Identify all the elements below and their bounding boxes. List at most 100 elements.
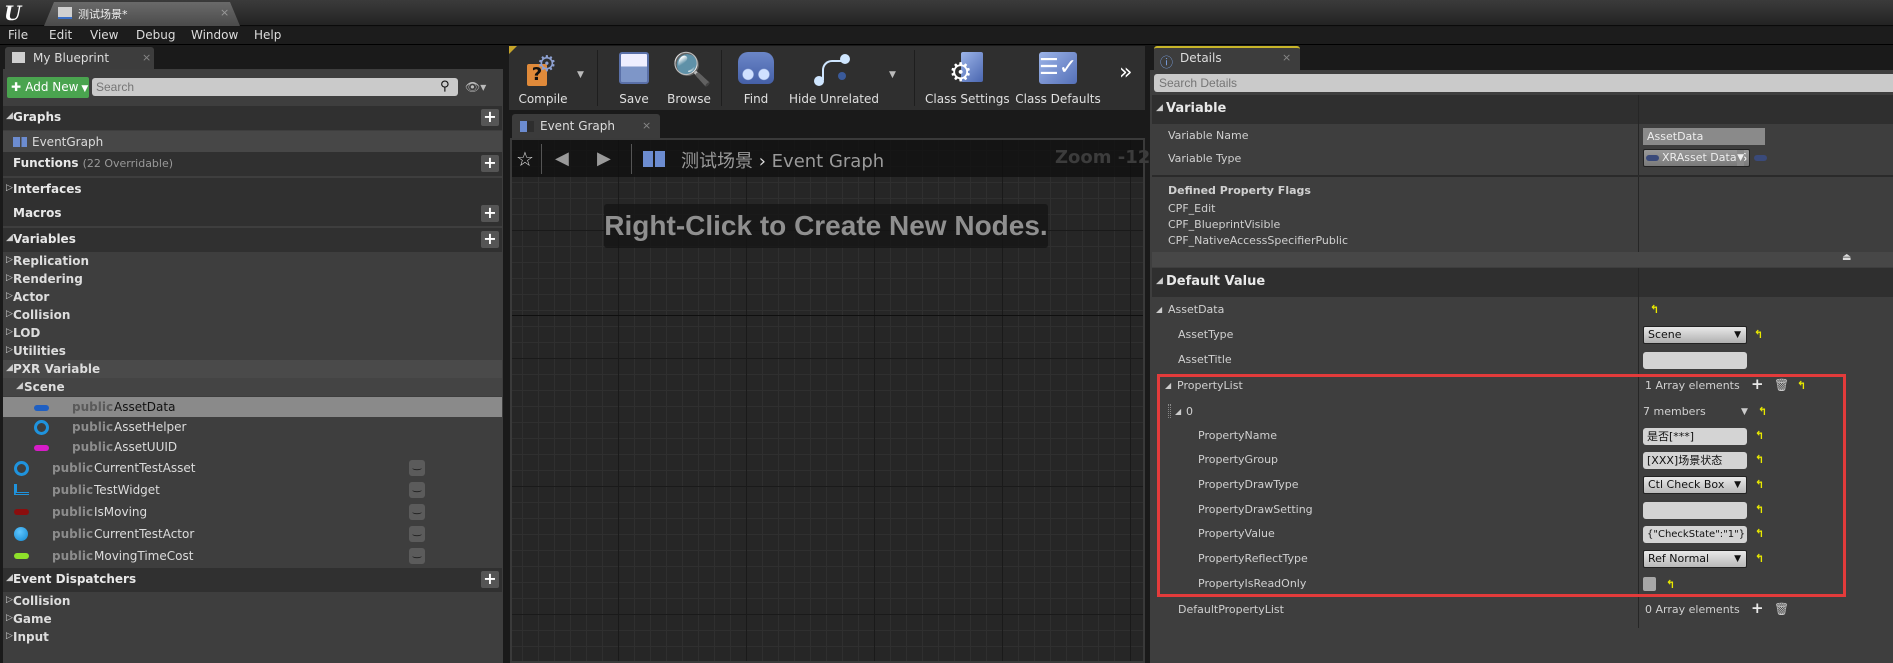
category-replication[interactable]: ▷ Replication — [3, 252, 502, 270]
add-graph-button[interactable]: + — [481, 109, 499, 126]
close-icon[interactable]: × — [1282, 51, 1291, 64]
details-tab[interactable]: ⓘ Details × — [1154, 46, 1300, 71]
section-graphs[interactable]: ◢ Graphs + — [3, 106, 502, 130]
eye-closed-toggle-icon[interactable]: ‿ — [409, 548, 425, 564]
browse-button[interactable]: 🔍 Browse — [661, 46, 717, 110]
add-array-element-button[interactable]: + — [1751, 375, 1764, 393]
my-blueprint-tab[interactable]: My Blueprint × — [5, 47, 154, 69]
category-lod[interactable]: ▷ LOD — [3, 324, 502, 342]
section-macros[interactable]: Macros + — [3, 202, 502, 226]
menu-file[interactable]: File — [8, 28, 28, 42]
view-options-eye-icon[interactable]: 👁▾ — [465, 80, 486, 94]
drag-handle-icon[interactable] — [1168, 404, 1171, 418]
trash-icon[interactable]: 🗑 — [1774, 378, 1789, 392]
variable-name-input[interactable]: AssetData — [1643, 128, 1765, 145]
category-pxr-variable[interactable]: ◢ PXR Variable — [3, 360, 502, 378]
breadcrumb-leaf[interactable]: Event Graph — [772, 151, 885, 172]
details-section-default-value[interactable]: ◢ Default Value — [1152, 268, 1893, 297]
reset-to-default-icon[interactable]: ↰ — [1755, 453, 1764, 466]
category-utilities[interactable]: ▷ Utilities — [3, 342, 502, 360]
reset-to-default-icon[interactable]: ↰ — [1755, 503, 1764, 516]
variable-row-moving-time-cost[interactable]: public MovingTimeCost ‿ — [3, 545, 502, 567]
class-defaults-button[interactable]: ☰✓ Class Defaults — [1015, 46, 1101, 110]
toolbar-overflow-icon[interactable]: » — [1119, 60, 1132, 85]
reset-to-default-icon[interactable]: ↰ — [1666, 578, 1675, 591]
close-icon[interactable]: × — [642, 119, 651, 132]
menu-edit[interactable]: Edit — [49, 28, 72, 42]
section-variables[interactable]: ◢ Variables + — [3, 228, 502, 252]
advanced-collapse-bar[interactable]: ⏏ — [1152, 252, 1893, 267]
document-tab[interactable]: 测试场景* × — [44, 2, 240, 26]
property-draw-setting-input[interactable] — [1643, 502, 1747, 519]
section-interfaces[interactable]: ▷ Interfaces — [3, 178, 502, 202]
favorite-star-icon[interactable]: ☆ — [516, 147, 534, 171]
class-settings-button[interactable]: ⚙ Class Settings — [925, 46, 1010, 110]
eye-closed-toggle-icon[interactable]: ‿ — [409, 526, 425, 542]
menu-view[interactable]: View — [90, 28, 118, 42]
reset-to-default-icon[interactable]: ↰ — [1755, 527, 1764, 540]
dispatcher-category-game[interactable]: ▷ Game — [3, 610, 502, 628]
collapse-advanced-icon[interactable]: ⏏ — [1842, 252, 1851, 263]
event-graph-tab[interactable]: Event Graph × — [512, 114, 660, 138]
variable-row-asset-data[interactable]: public AssetData — [3, 397, 502, 417]
menu-debug[interactable]: Debug — [136, 28, 175, 42]
section-functions[interactable]: Functions (22 Overridable) + — [3, 152, 502, 176]
reset-to-default-icon[interactable]: ↰ — [1650, 303, 1659, 316]
variable-type-dropdown[interactable]: XRAsset Data S ▼ — [1643, 149, 1750, 167]
reset-to-default-icon[interactable]: ↰ — [1755, 478, 1764, 491]
hide-unrelated-dropdown-icon[interactable]: ▼ — [889, 70, 896, 80]
add-array-element-button[interactable]: + — [1751, 599, 1764, 617]
details-search-input[interactable] — [1154, 74, 1893, 92]
blueprint-search-input[interactable] — [92, 78, 458, 96]
search-icon[interactable]: ⚲ — [440, 79, 450, 94]
hide-unrelated-button[interactable]: Hide Unrelated — [789, 46, 879, 110]
add-new-button[interactable]: ✚ Add New ▼ — [7, 77, 89, 98]
property-name-input[interactable]: 是否[***] — [1643, 428, 1747, 445]
asset-type-dropdown[interactable]: Scene ▼ — [1643, 326, 1747, 344]
variable-row-is-moving[interactable]: public IsMoving ‿ — [3, 501, 502, 523]
container-type-icon[interactable] — [1754, 155, 1767, 161]
reset-to-default-icon[interactable]: ↰ — [1755, 552, 1764, 565]
property-is-read-only-checkbox[interactable] — [1643, 577, 1656, 591]
reset-to-default-icon[interactable]: ↰ — [1797, 379, 1806, 392]
add-function-button[interactable]: + — [481, 155, 499, 172]
category-collision[interactable]: ▷ Collision — [3, 306, 502, 324]
eye-closed-toggle-icon[interactable]: ‿ — [409, 460, 425, 476]
variable-row-current-test-asset[interactable]: public CurrentTestAsset ‿ — [3, 457, 502, 479]
property-reflect-type-dropdown[interactable]: Ref Normal ▼ — [1643, 550, 1747, 568]
category-scene[interactable]: ◢ Scene — [3, 378, 502, 396]
section-event-dispatchers[interactable]: ◢ Event Dispatchers + — [3, 568, 502, 592]
dispatcher-category-input[interactable]: ▷ Input — [3, 628, 502, 646]
variable-row-asset-helper[interactable]: public AssetHelper — [3, 417, 502, 437]
property-value-input[interactable]: {"CheckState":"1"} — [1643, 526, 1747, 543]
add-macro-button[interactable]: + — [481, 205, 499, 222]
back-arrow-icon[interactable]: ◀ — [555, 148, 569, 169]
compile-button[interactable]: ? ⚙ Compile — [513, 46, 573, 110]
category-actor[interactable]: ▷ Actor — [3, 288, 502, 306]
menu-window[interactable]: Window — [191, 28, 238, 42]
property-draw-type-dropdown[interactable]: Ctl Check Box ▼ — [1643, 476, 1747, 494]
menu-help[interactable]: Help — [254, 28, 281, 42]
property-group-input[interactable]: [XXX]场景状态 — [1643, 452, 1747, 469]
trash-icon[interactable]: 🗑 — [1774, 602, 1789, 616]
eye-closed-toggle-icon[interactable]: ‿ — [409, 504, 425, 520]
reset-to-default-icon[interactable]: ↰ — [1754, 328, 1763, 341]
category-rendering[interactable]: ▷ Rendering — [3, 270, 502, 288]
save-button[interactable]: Save — [609, 46, 659, 110]
variable-row-asset-uuid[interactable]: public AssetUUID — [3, 437, 502, 457]
add-variable-button[interactable]: + — [481, 231, 499, 248]
find-button[interactable]: Find — [731, 46, 781, 110]
close-icon[interactable]: × — [220, 6, 229, 19]
variable-row-test-widget[interactable]: public TestWidget ‿ — [3, 479, 502, 501]
variable-row-current-test-actor[interactable]: public CurrentTestActor ‿ — [3, 523, 502, 545]
breadcrumb-root[interactable]: 测试场景 — [681, 151, 753, 172]
reset-to-default-icon[interactable]: ↰ — [1758, 405, 1767, 418]
chevron-down-icon[interactable]: ▼ — [1741, 407, 1748, 417]
details-section-variable[interactable]: ◢ Variable — [1152, 95, 1893, 124]
add-event-dispatcher-button[interactable]: + — [481, 571, 499, 588]
list-item-event-graph[interactable]: EventGraph — [3, 131, 502, 153]
forward-arrow-icon[interactable]: ▶ — [597, 148, 611, 169]
compile-options-dropdown-icon[interactable]: ▼ — [577, 70, 584, 80]
close-icon[interactable]: × — [142, 51, 151, 64]
eye-closed-toggle-icon[interactable]: ‿ — [409, 482, 425, 498]
